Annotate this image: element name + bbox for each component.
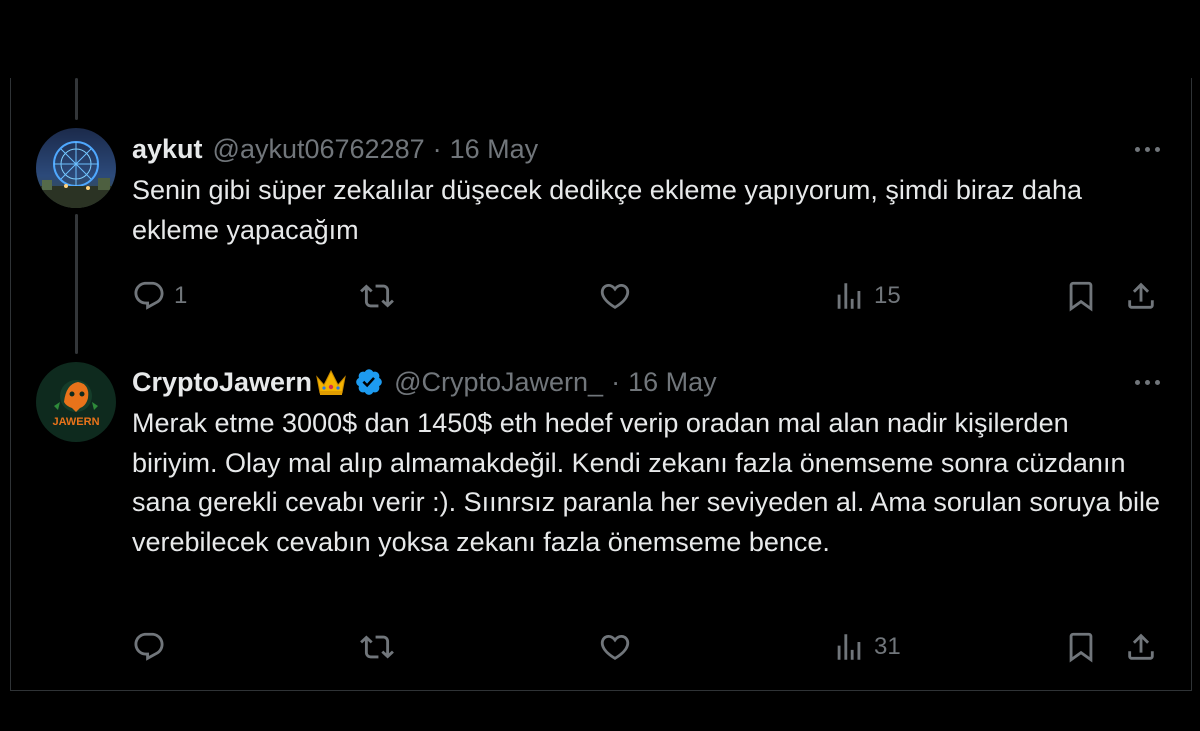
reply-icon bbox=[134, 281, 164, 310]
separator: · bbox=[611, 367, 621, 397]
separator: · bbox=[432, 134, 442, 164]
bookmark-button[interactable] bbox=[1064, 276, 1098, 316]
view-count: 31 bbox=[874, 633, 901, 660]
retweet-icon bbox=[360, 284, 394, 308]
tweet-date[interactable]: 16 May bbox=[628, 366, 717, 398]
user-handle[interactable]: @CryptoJawern_ bbox=[394, 366, 603, 398]
reply-button[interactable]: 1 bbox=[132, 276, 187, 316]
views-button[interactable]: 31 bbox=[832, 627, 901, 667]
tweet-actions-aykut: 1 15 bbox=[132, 276, 1160, 316]
page: aykut @aykut06762287 · 16 May Senin gibi… bbox=[0, 0, 1200, 731]
avatar-cryptojawern[interactable]: JAWERN bbox=[36, 362, 116, 442]
user-handle[interactable]: @aykut06762287 bbox=[213, 133, 425, 165]
thread-line-top bbox=[75, 78, 78, 120]
tweet-text: Merak etme 3000$ dan 1450$ eth hedef ver… bbox=[132, 408, 1161, 557]
share-icon bbox=[1128, 633, 1154, 660]
more-options-icon[interactable] bbox=[1135, 133, 1160, 165]
share-button[interactable] bbox=[1124, 627, 1158, 667]
tweet-text: Senin gibi süper zekalılar düşecek dedik… bbox=[132, 175, 1082, 245]
tweet-cryptojawern[interactable]: CryptoJawern @CryptoJawern_ · 16 May Mer… bbox=[132, 366, 1160, 562]
heart-icon bbox=[600, 634, 630, 660]
display-name[interactable]: CryptoJawern bbox=[132, 366, 312, 398]
views-icon bbox=[837, 634, 861, 660]
tweet-aykut[interactable]: aykut @aykut06762287 · 16 May Senin gibi… bbox=[132, 133, 1160, 250]
jawern-logo-icon: JAWERN bbox=[36, 362, 116, 442]
thread-line-bottom bbox=[75, 214, 78, 354]
tweet-header: CryptoJawern @CryptoJawern_ · 16 May bbox=[132, 366, 1160, 398]
like-button[interactable] bbox=[598, 276, 632, 316]
tweet-header: aykut @aykut06762287 · 16 May bbox=[132, 133, 1160, 165]
reply-icon bbox=[134, 632, 164, 661]
like-button[interactable] bbox=[598, 627, 632, 667]
tweet-actions-cryptojawern: 31 bbox=[132, 627, 1160, 667]
bookmark-icon bbox=[1069, 632, 1093, 663]
share-icon bbox=[1128, 282, 1154, 309]
heart-icon bbox=[600, 283, 630, 309]
tweet-date[interactable]: 16 May bbox=[450, 133, 539, 165]
reply-count: 1 bbox=[174, 282, 188, 309]
verified-badge-icon[interactable] bbox=[354, 367, 384, 397]
reply-button[interactable] bbox=[132, 627, 166, 667]
crown-emoji-icon bbox=[314, 367, 348, 397]
views-button[interactable]: 15 bbox=[832, 276, 901, 316]
share-button[interactable] bbox=[1124, 276, 1158, 316]
avatar-text: JAWERN bbox=[52, 416, 99, 428]
bookmark-button[interactable] bbox=[1064, 627, 1098, 667]
view-count: 15 bbox=[874, 282, 901, 309]
retweet-button[interactable] bbox=[360, 627, 394, 667]
more-options-icon[interactable] bbox=[1135, 366, 1160, 398]
ferris-wheel-photo-icon bbox=[36, 128, 116, 208]
retweet-icon bbox=[360, 635, 394, 659]
views-icon bbox=[837, 283, 861, 309]
avatar-aykut[interactable] bbox=[36, 128, 116, 208]
bookmark-icon bbox=[1069, 281, 1093, 312]
display-name[interactable]: aykut bbox=[132, 133, 203, 165]
retweet-button[interactable] bbox=[360, 276, 394, 316]
